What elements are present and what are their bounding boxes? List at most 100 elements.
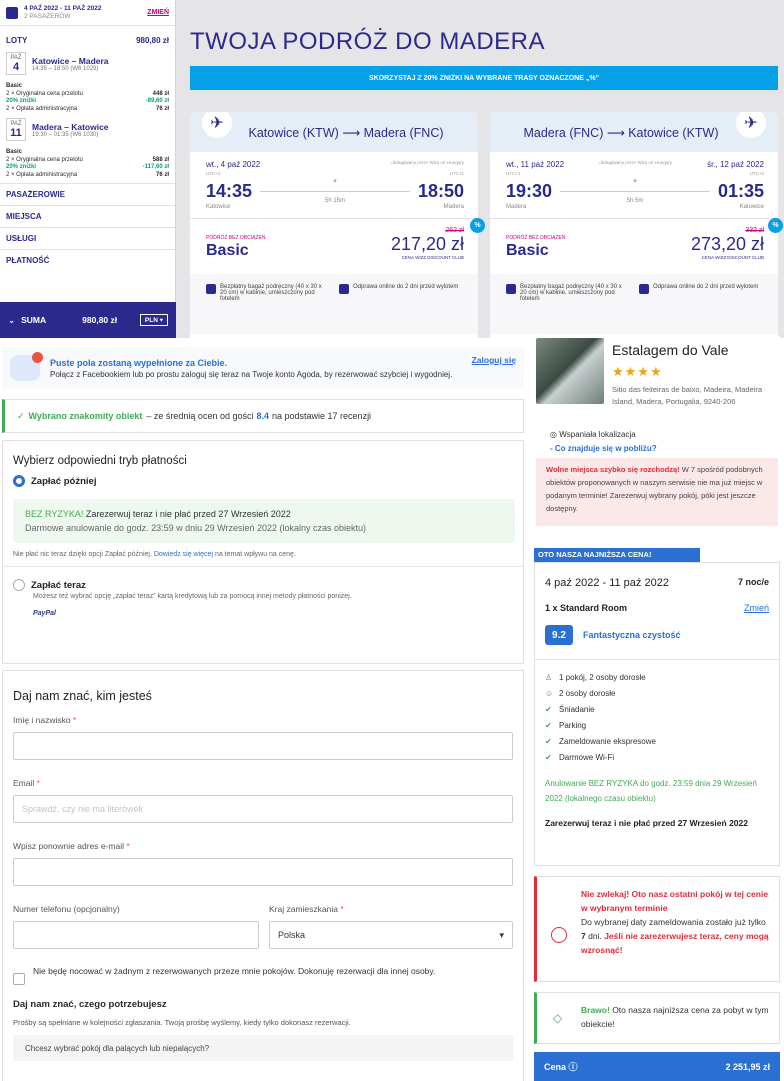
section-title: Daj nam znać, kim jesteś: [13, 689, 152, 703]
flight-out-summary: PAŹ 4 Katowice – Madera 14:35 – 18:50 (W6 …: [0, 49, 175, 78]
availability-warning: Wolne miejsca szybko się rozchodzą! W 7 …: [536, 458, 778, 526]
flight-ret-summary: PAŹ 11 Madera – Katowice 19:30 – 01:35 (W6…: [0, 115, 175, 144]
learn-more-link[interactable]: Dowiedz się więcej: [154, 551, 213, 558]
date-badge: PAŹ 11: [6, 118, 26, 141]
cleanliness-score: 9.2 Fantastyczna czystość: [545, 625, 769, 645]
autofill-icon: [10, 352, 43, 381]
check-icon: ✔: [545, 721, 552, 730]
section-payment[interactable]: PŁATNOŚĆ: [0, 249, 175, 271]
not-staying-option[interactable]: Nie będę nocować w żadnym z rezerwowanyc…: [13, 965, 513, 985]
pay-later-option[interactable]: Zapłać później: [13, 475, 513, 487]
payment-method: Wybierz odpowiedni tryb płatności Zapłać…: [2, 440, 524, 664]
bag-icon: [506, 284, 516, 294]
card-header: Madera (FNC) ⟶ Katowice (KTW) ✈: [490, 112, 778, 152]
total-bar[interactable]: ⌄ SUMA 980,80 zł PLN ▾: [0, 302, 176, 338]
chevron-down-icon: ▾: [499, 929, 504, 940]
facebook-prompt: Puste pola zostaną wypełnione za Ciebie.…: [2, 347, 524, 389]
no-risk-box: BEZ RYZYKA! Zarezerwuj teraz i nie płać …: [13, 499, 515, 543]
trip-summary: 4 PAŹ 2022 - 11 PAŹ 2022 2 PASAŻERÓW ZMIE…: [0, 0, 175, 26]
arrival-time: 18:50: [417, 180, 464, 201]
agoda-panel: Puste pola zostaną wypełnione za Ciebie.…: [0, 336, 784, 1081]
outbound-flight-card[interactable]: ✈ Katowice (KTW) ⟶ Madera (FNC) wt., 4 p…: [190, 112, 478, 338]
card-header: ✈ Katowice (KTW) ⟶ Madera (FNC): [190, 112, 478, 152]
location-icon: ◎: [550, 430, 557, 439]
bag-icon: [206, 284, 216, 294]
change-room-link[interactable]: Zmień: [744, 603, 769, 613]
radio-selected[interactable]: [13, 475, 25, 487]
full-name-input[interactable]: [13, 732, 513, 760]
check-icon: ✔: [545, 753, 552, 762]
currency-select[interactable]: PLN ▾: [139, 314, 168, 326]
pay-later-summary: Zarezerwuj teraz i nie płać przed 27 Wrz…: [545, 818, 748, 828]
departure-time: 19:30: [506, 180, 553, 201]
discount-icon: %: [470, 218, 485, 233]
checkin-icon: [339, 284, 349, 294]
tag-icon: ◇: [553, 1011, 563, 1025]
calendar-icon: [6, 6, 18, 19]
price-value: 2 251,95 zł: [725, 1061, 770, 1072]
pay-now-option[interactable]: Zapłać teraz: [13, 579, 513, 591]
chevron-down-icon: ⌄: [8, 314, 16, 325]
check-icon: ✓: [17, 410, 25, 421]
hotel-address: Sitio das feiteiras de baixo, Madeira, M…: [612, 385, 763, 406]
checkbox[interactable]: [13, 973, 25, 985]
country-select[interactable]: Polska ▾: [269, 921, 513, 949]
check-icon: ✔: [545, 737, 552, 746]
flights-row[interactable]: LOTY 980,80 zł: [0, 36, 175, 45]
people-icon: ☺: [545, 689, 554, 698]
cancellation-policy: Anulowanie BEZ RYZYKA do godz. 23:59 dni…: [545, 779, 757, 803]
checkin-icon: [639, 284, 649, 294]
section-title: Wybierz odpowiedni tryb płatności: [13, 455, 187, 467]
total-value: 980,80 zł: [82, 315, 118, 325]
paypal-logo[interactable]: PayPal: [33, 610, 513, 617]
promo-banner: SKORZYSTAJ Z 20% ZNIŻKI NA WYBRANE TRASY…: [190, 66, 778, 90]
fare-breakdown-ret: Basic 2 × Oryginalna cena przelotu 588 zł…: [6, 149, 169, 178]
booking-summary: 4 paź 2022 - 11 paź 2022 7 noc/e 1 x Stan…: [534, 562, 780, 866]
login-link[interactable]: Zaloguj się: [472, 355, 516, 365]
person-icon: ♙: [545, 673, 553, 682]
total-label: SUMA: [21, 315, 47, 325]
departure-time: 14:35: [206, 180, 253, 201]
price-label: Cena ⓘ: [544, 1062, 578, 1072]
pay-later-note: Nie płać nic teraz dzięki opcji Zapłać p…: [3, 543, 523, 567]
email-confirm-input[interactable]: [13, 858, 513, 886]
plane-icon: ✈: [202, 112, 232, 138]
trip-dates: 4 PAŹ 2022 - 11 PAŹ 2022 2 PASAŻERÓW: [24, 4, 102, 20]
smoking-preference[interactable]: Chcesz wybrać pokój dla palących lub nie…: [13, 1035, 513, 1061]
hotel-photo[interactable]: [536, 338, 604, 404]
property-rating-notice: ✓ Wybrano znakomity obiekt – ze średnią …: [2, 399, 524, 433]
section-services[interactable]: USŁUGI: [0, 227, 175, 249]
check-icon: ✔: [545, 705, 552, 714]
wizz-panel: 4 PAŹ 2022 - 11 PAŹ 2022 2 PASAŻERÓW ZMIE…: [0, 0, 784, 338]
email-input[interactable]: Sprawdź, czy nie ma literówek: [13, 795, 513, 823]
lowest-price-tag: OTO NASZA NAJNIŻSZA CENA!: [534, 548, 700, 562]
section-seats[interactable]: MIEJSCA: [0, 205, 175, 227]
best-price-notice: ◇ Brawo! Oto nasza najniższa cena za pob…: [534, 992, 780, 1044]
nearby-link[interactable]: - Co znajduje się w pobliżu?: [550, 444, 657, 453]
clock-icon: [551, 927, 567, 943]
date-badge: PAŹ 4: [6, 52, 26, 75]
star-rating: ★★★★: [612, 364, 663, 379]
section-passengers[interactable]: PASAŻEROWIE: [0, 183, 175, 205]
last-room-alert: Nie zwlekaj! Oto nasz ostatni pokój w te…: [534, 876, 780, 982]
guest-details-form: Daj nam znać, kim jesteś Imię i nazwisko…: [2, 670, 524, 1081]
fare-price: 273,20 zł: [690, 234, 764, 254]
booking-sidebar: 4 PAŹ 2022 - 11 PAŹ 2022 2 PASAŻERÓW ZMIE…: [0, 0, 176, 338]
return-flight-card[interactable]: Madera (FNC) ⟶ Katowice (KTW) ✈ wt., 11 …: [490, 112, 778, 338]
phone-input[interactable]: [13, 921, 259, 949]
arrival-time: 01:35: [717, 180, 764, 201]
radio-unselected[interactable]: [13, 579, 25, 591]
price-bar[interactable]: Cena ⓘ 2 251,95 zł: [534, 1052, 780, 1081]
plane-icon: ✈: [332, 179, 338, 185]
location-badge: ◎ Wspaniała lokalizacja: [550, 430, 636, 439]
page-title: TWOJA PODRÓŻ DO MADERA: [190, 28, 546, 55]
plane-icon: ✈: [632, 179, 638, 185]
change-link[interactable]: ZMIEŃ: [147, 9, 169, 16]
hotel-card: Estalagem do Vale ★★★★ Sitio das feiteir…: [534, 336, 780, 532]
plane-icon: ✈: [736, 112, 766, 138]
fare-features: Bezpłatny bagaż podręczny (40 x 30 x 20 …: [490, 274, 778, 334]
discount-icon: %: [768, 218, 783, 233]
fare-features: Bezpłatny bagaż podręczny (40 x 30 x 20 …: [190, 274, 478, 334]
hotel-name: Estalagem do Vale: [612, 342, 729, 358]
fare-breakdown-out: Basic 2 × Oryginalna cena przelotu 448 zł…: [6, 83, 169, 112]
